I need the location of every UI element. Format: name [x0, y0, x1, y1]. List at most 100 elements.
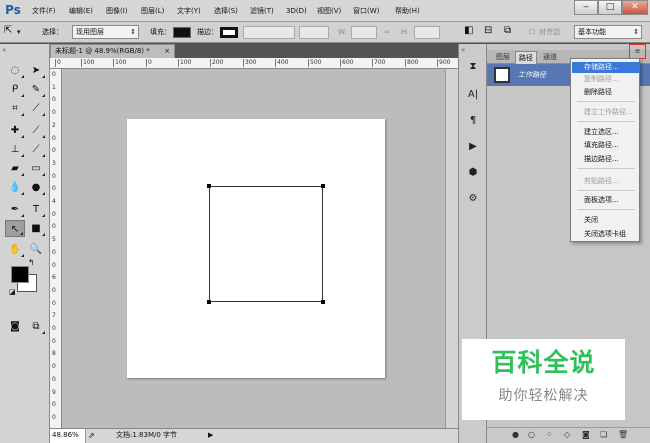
fill-swatch[interactable]	[173, 27, 191, 38]
make-work-path-icon[interactable]: ◇	[564, 430, 570, 440]
stroke-width-field[interactable]	[243, 26, 295, 39]
lasso-tool-icon[interactable]: ᑭ	[5, 81, 25, 98]
healing-brush-tool-icon[interactable]: ✚	[5, 122, 25, 139]
new-path-icon[interactable]: ❏	[600, 430, 607, 440]
height-field[interactable]	[414, 26, 440, 39]
history-brush-tool-icon[interactable]: ⟋	[26, 141, 46, 158]
menu-item-panel-options[interactable]: 面板选项...	[575, 195, 637, 206]
eyedropper-tool-icon[interactable]: ⟋	[26, 100, 46, 117]
width-field[interactable]	[351, 26, 377, 39]
tool-preset-chevron-icon[interactable]: ▾	[17, 27, 21, 38]
stroke-path-icon[interactable]: ○	[528, 430, 535, 440]
ruler-tick-label: 500	[308, 59, 322, 67]
path-align-icon[interactable]: ⊟	[484, 25, 492, 36]
gradient-tool-icon[interactable]: ▭	[26, 160, 46, 177]
history-panel-icon[interactable]: ⧗	[463, 58, 483, 76]
delete-path-icon[interactable]: 🗑	[618, 430, 628, 440]
menu-select[interactable]: 选择(S)	[214, 4, 238, 18]
default-colors-icon[interactable]: ◪	[9, 288, 16, 296]
tab-paths[interactable]: 路径	[515, 51, 537, 64]
path-anchor-point[interactable]	[207, 184, 211, 188]
rectangle-tool-icon[interactable]: ■	[26, 220, 46, 237]
path-selection-tool-icon[interactable]: ↖	[5, 220, 25, 237]
ruler-tick-label: 9	[52, 388, 56, 396]
swap-colors-icon[interactable]: ↰	[28, 258, 35, 267]
ruler-tick-label: 1	[52, 83, 56, 91]
align-edges-checkbox[interactable]: ☐	[529, 27, 535, 38]
hand-tool-icon[interactable]: ✋	[5, 241, 25, 258]
menu-help[interactable]: 帮助(H)	[395, 4, 420, 18]
menu-layer[interactable]: 图层(L)	[141, 4, 164, 18]
marquee-tool-icon[interactable]: ◌	[5, 62, 25, 79]
menu-edit[interactable]: 编辑(E)	[69, 4, 93, 18]
character-panel-icon[interactable]: A|	[463, 86, 483, 104]
clone-stamp-tool-icon[interactable]: ⊥	[5, 141, 25, 158]
path-ops-icon[interactable]: ◧	[464, 25, 473, 36]
move-tool-icon[interactable]: ➤	[26, 62, 46, 79]
minimize-button[interactable]: ‒	[574, 0, 598, 15]
menu-item-make-work-path[interactable]: 建立工作路径...	[575, 107, 637, 118]
zoom-level[interactable]: 48.86%	[50, 429, 86, 443]
add-mask-icon[interactable]: ◙	[582, 430, 590, 440]
menu-item-fill-path[interactable]: 填充路径...	[575, 140, 637, 151]
stroke-swatch[interactable]	[220, 27, 238, 38]
path-anchor-point[interactable]	[321, 184, 325, 188]
tab-layers[interactable]: 图层	[493, 51, 513, 64]
crop-tool-icon[interactable]: ⌗	[5, 100, 25, 117]
options-bar: ⇱ ▾ 选择： 现用图层 ⇕ 填充： 描边： W: ∞ H: ◧ ⊟ ⧉ ☐ 对…	[0, 22, 650, 43]
panel-menu-button[interactable]: ≡	[629, 44, 646, 59]
menu-file[interactable]: 文件(F)	[32, 4, 56, 18]
menu-item-clipping-path[interactable]: 剪贴路径...	[575, 176, 637, 187]
zoom-tool-icon[interactable]: 🔍	[26, 241, 46, 258]
menu-window[interactable]: 窗口(W)	[353, 4, 379, 18]
menu-item-make-selection[interactable]: 建立选区...	[575, 127, 637, 138]
close-window-button[interactable]: ✕	[622, 0, 648, 15]
dodge-tool-icon[interactable]: ●	[26, 179, 46, 196]
path-anchor-point[interactable]	[321, 300, 325, 304]
quick-select-tool-icon[interactable]: ✎	[26, 81, 46, 98]
export-icon[interactable]: ⇗	[88, 429, 95, 442]
blur-tool-icon[interactable]: 💧	[5, 179, 25, 196]
quick-mask-icon[interactable]: ◙	[5, 318, 25, 335]
document-tab[interactable]: 未标题-1 @ 48.9%(RGB/8) * ×	[50, 44, 175, 58]
load-selection-icon[interactable]: ⁘	[546, 430, 553, 440]
status-menu-arrow-icon[interactable]: ▶	[208, 429, 213, 442]
workspace-dropdown[interactable]: 基本功能 ⇕	[574, 25, 642, 39]
ruler-tick-label: 700	[372, 59, 386, 67]
brush-tool-icon[interactable]: ⟋	[26, 122, 46, 139]
3d-panel-icon[interactable]: ⬢	[463, 164, 483, 182]
stroke-type-dropdown[interactable]	[299, 26, 329, 39]
foreground-color-swatch[interactable]	[11, 266, 29, 283]
screen-mode-icon[interactable]: ⧉	[26, 318, 46, 335]
fill-path-icon[interactable]: ●	[512, 430, 519, 440]
menu-image[interactable]: 图像(I)	[106, 4, 128, 18]
menu-filter[interactable]: 滤镜(T)	[250, 4, 274, 18]
properties-panel-icon[interactable]: ⚙	[463, 190, 483, 208]
select-mode-dropdown[interactable]: 现用图层 ⇕	[72, 25, 139, 39]
tab-channels[interactable]: 通道	[540, 51, 560, 64]
type-tool-icon[interactable]: T	[26, 201, 46, 218]
maximize-button[interactable]: □	[598, 0, 622, 15]
menu-item-close[interactable]: 关闭	[575, 215, 637, 226]
menu-view[interactable]: 视图(V)	[317, 4, 341, 18]
link-icon[interactable]: ∞	[384, 27, 390, 38]
menu-item-stroke-path[interactable]: 描边路径...	[575, 154, 637, 165]
path-arrange-icon[interactable]: ⧉	[504, 25, 511, 36]
menu-item-delete-path[interactable]: 删除路径	[575, 87, 637, 98]
collapse-toolbar-icon[interactable]: «	[2, 46, 6, 54]
collapse-dock-icon[interactable]: «	[461, 46, 465, 54]
eraser-tool-icon[interactable]: ▰	[5, 160, 25, 177]
menu-item-save-path[interactable]: 存储路径...	[572, 62, 640, 73]
vertical-scrollbar[interactable]	[445, 69, 458, 428]
work-path-rectangle[interactable]	[209, 186, 323, 302]
menu-item-duplicate-path[interactable]: 复制路径...	[575, 74, 637, 85]
paragraph-panel-icon[interactable]: ¶	[463, 112, 483, 130]
actions-panel-icon[interactable]: ▶	[463, 138, 483, 156]
menu-3d[interactable]: 3D(D)	[286, 4, 307, 18]
close-document-icon[interactable]: ×	[164, 45, 170, 58]
ruler-tick-label: 400	[275, 59, 289, 67]
menu-type[interactable]: 文字(Y)	[177, 4, 201, 18]
path-anchor-point[interactable]	[207, 300, 211, 304]
menu-item-close-tab-group[interactable]: 关闭选项卡组	[575, 229, 637, 240]
pen-tool-icon[interactable]: ✒	[5, 201, 25, 218]
